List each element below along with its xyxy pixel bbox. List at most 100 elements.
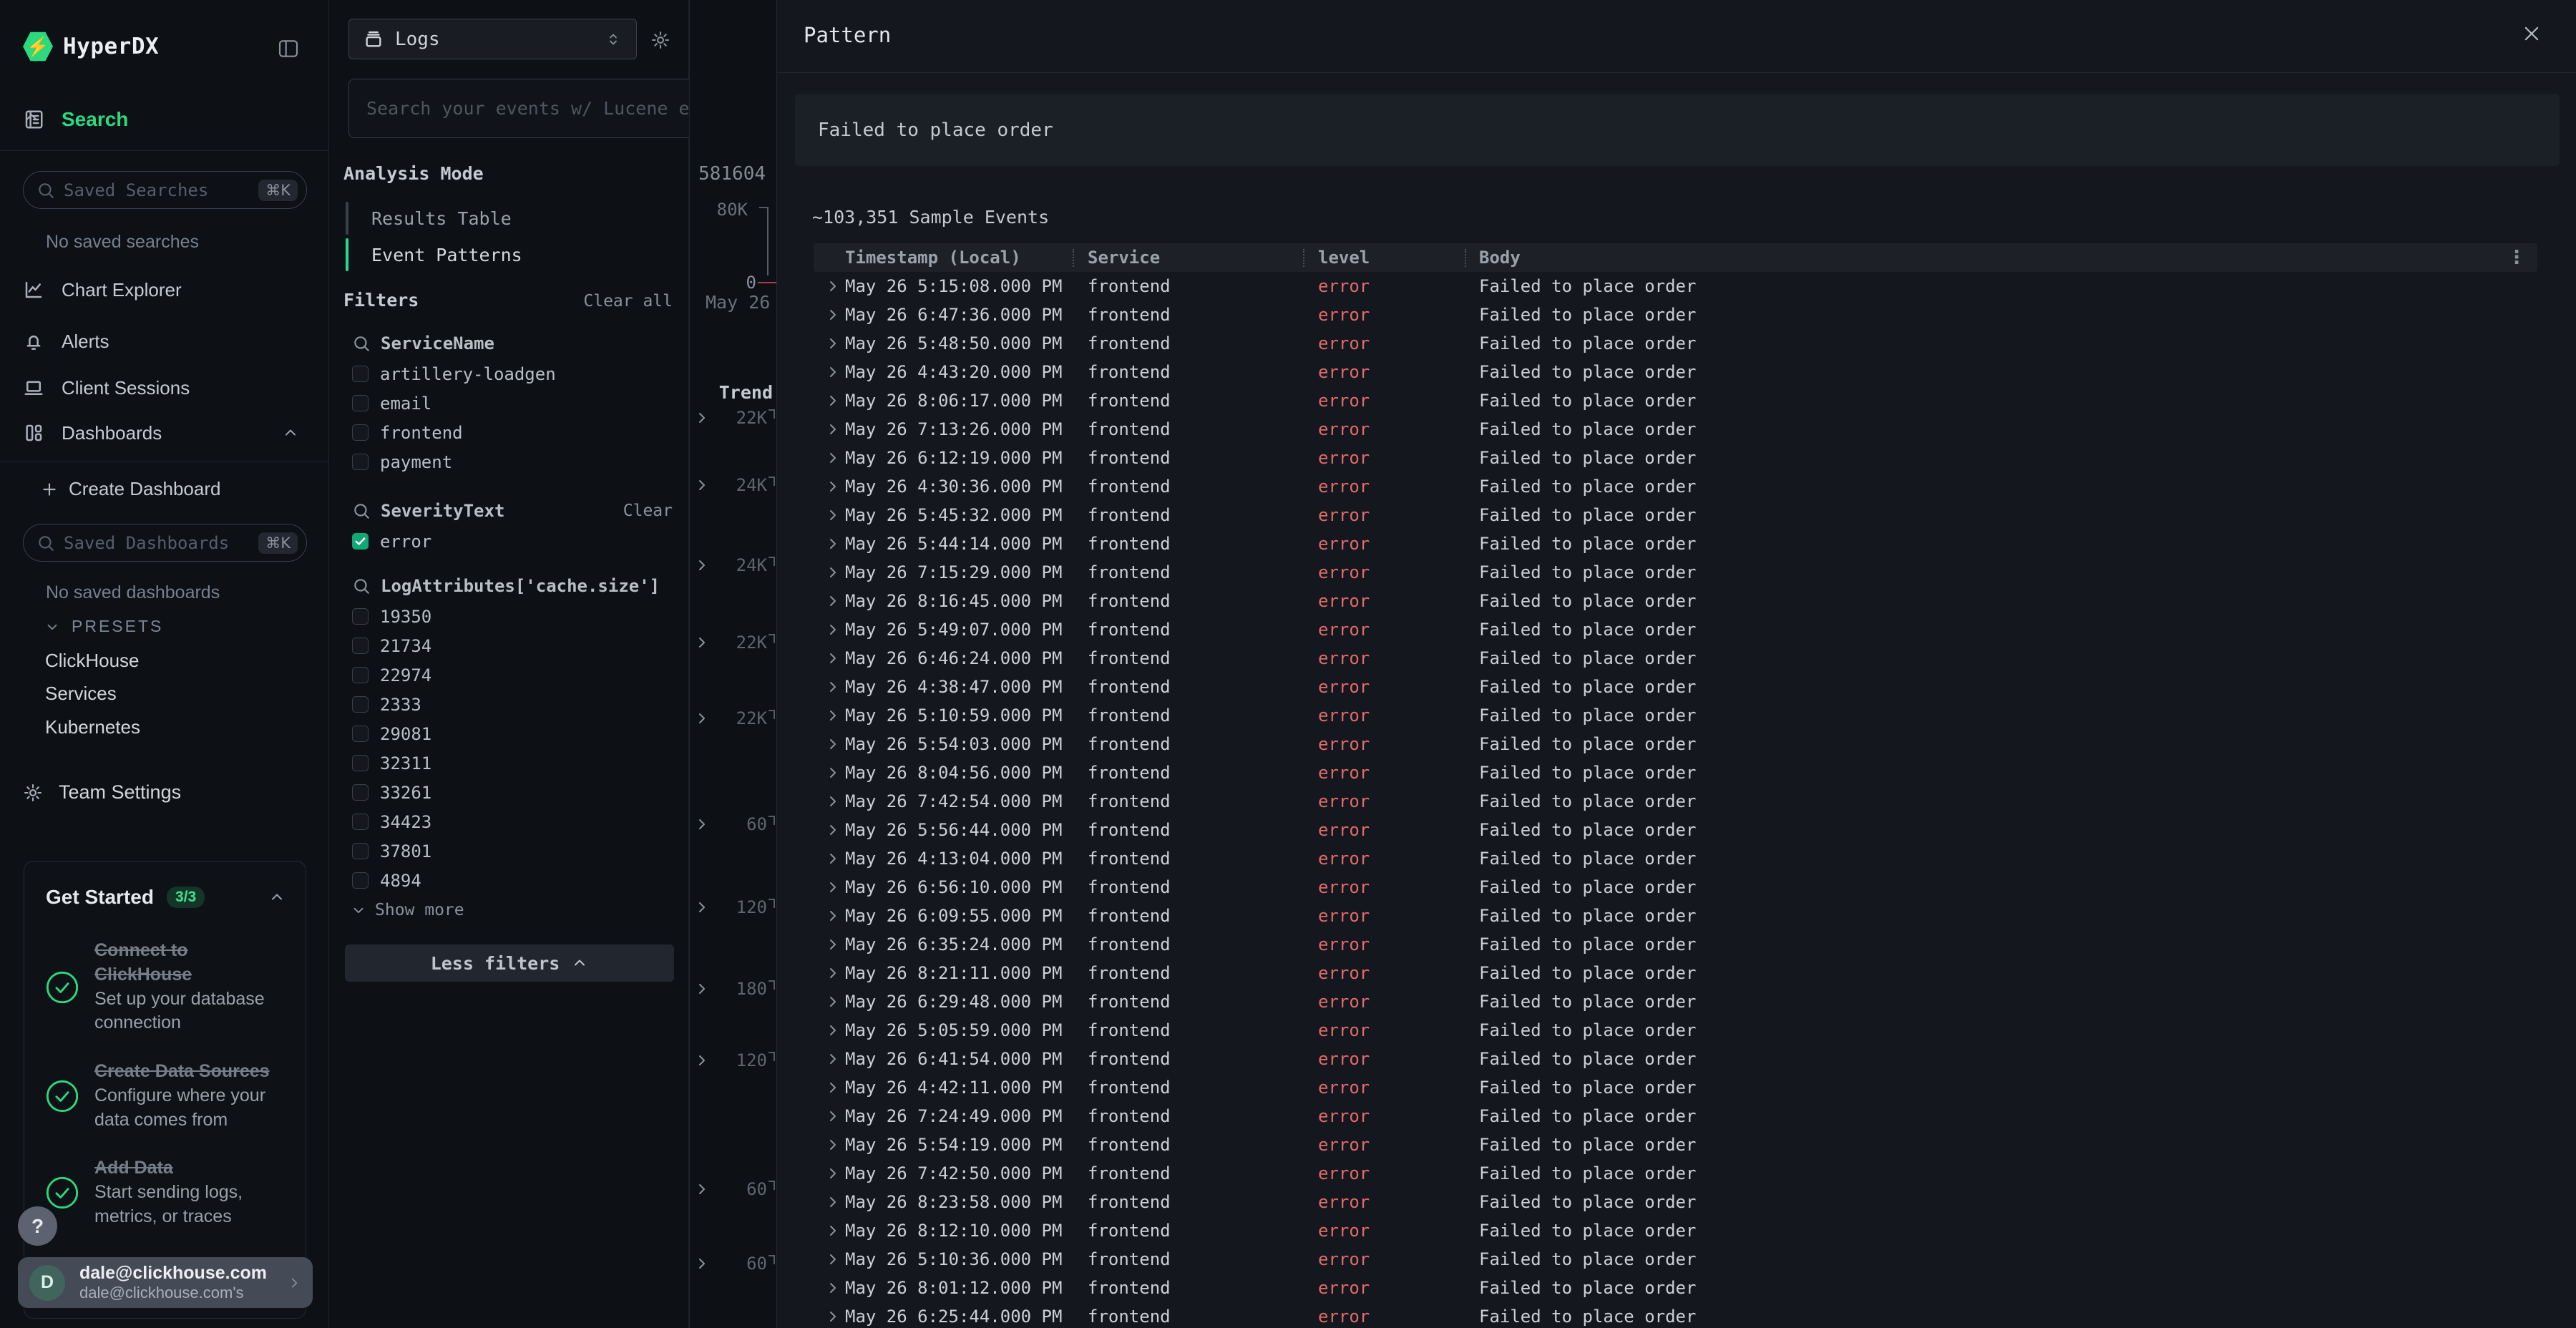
trend-row[interactable]: 22K <box>690 404 776 432</box>
table-row[interactable]: May 26 5:10:59.000 PMfrontenderrorFailed… <box>814 701 2537 730</box>
sidebar-item-dashboards[interactable]: Dashboards <box>0 412 329 454</box>
col-header-timestamp[interactable]: Timestamp (Local) <box>845 248 1088 268</box>
saved-dashboards-input[interactable]: ⌘K <box>23 524 307 562</box>
table-row[interactable]: May 26 8:04:56.000 PMfrontenderrorFailed… <box>814 758 2537 787</box>
chevron-up-icon[interactable] <box>268 889 286 906</box>
sidebar-collapse-icon[interactable] <box>276 37 301 60</box>
chevron-right-icon[interactable] <box>814 1108 845 1125</box>
chevron-right-icon[interactable] <box>814 965 845 982</box>
saved-searches-input[interactable]: ⌘K <box>23 171 307 209</box>
clear-all-filters-link[interactable]: Clear all <box>583 292 673 311</box>
filter-checkbox-item[interactable]: artillery-loadgen <box>345 359 674 389</box>
trend-row[interactable]: 24K <box>690 471 776 499</box>
chevron-right-icon[interactable] <box>814 993 845 1010</box>
chevron-right-icon[interactable] <box>814 478 845 495</box>
search-section-header[interactable]: Search <box>0 107 329 151</box>
table-row[interactable]: May 26 6:12:19.000 PMfrontenderrorFailed… <box>814 444 2537 472</box>
trend-row[interactable]: 22K <box>690 704 776 733</box>
chevron-right-icon[interactable] <box>814 592 845 610</box>
source-settings-gear-icon[interactable] <box>650 30 670 50</box>
sidebar-item-team-settings[interactable]: Team Settings <box>23 781 181 804</box>
chevron-right-icon[interactable] <box>814 1222 845 1239</box>
checkbox[interactable] <box>352 608 369 625</box>
app-logo[interactable]: ⚡ HyperDX <box>23 30 159 63</box>
chevron-right-icon[interactable] <box>814 1136 845 1153</box>
chevron-right-icon[interactable] <box>814 907 845 924</box>
chevron-right-icon[interactable] <box>814 1022 845 1039</box>
table-row[interactable]: May 26 4:13:04.000 PMfrontenderrorFailed… <box>814 844 2537 873</box>
chevron-right-icon[interactable] <box>814 736 845 753</box>
table-row[interactable]: May 26 4:30:36.000 PMfrontenderrorFailed… <box>814 472 2537 501</box>
show-more-link[interactable]: Show more <box>345 895 674 925</box>
checkbox[interactable] <box>352 696 369 713</box>
table-row[interactable]: May 26 5:44:14.000 PMfrontenderrorFailed… <box>814 529 2537 558</box>
chevron-right-icon[interactable] <box>693 980 711 997</box>
chevron-right-icon[interactable] <box>814 850 845 867</box>
chevron-right-icon[interactable] <box>814 278 845 295</box>
filter-checkbox-item[interactable]: error <box>345 527 674 556</box>
chevron-up-icon[interactable] <box>23 109 40 126</box>
filter-checkbox-item[interactable]: 19350 <box>345 602 674 631</box>
table-row[interactable]: May 26 7:13:26.000 PMfrontenderrorFailed… <box>814 415 2537 444</box>
table-row[interactable]: May 26 6:29:48.000 PMfrontenderrorFailed… <box>814 987 2537 1016</box>
checkbox[interactable] <box>352 638 369 654</box>
table-row[interactable]: May 26 6:46:24.000 PMfrontenderrorFailed… <box>814 644 2537 673</box>
col-header-level[interactable]: level <box>1318 248 1479 268</box>
chevron-right-icon[interactable] <box>814 392 845 409</box>
preset-item-kubernetes[interactable]: Kubernetes <box>45 716 140 738</box>
chevron-right-icon[interactable] <box>693 409 711 426</box>
filter-checkbox-item[interactable]: 4894 <box>345 866 674 895</box>
table-row[interactable]: May 26 5:54:03.000 PMfrontenderrorFailed… <box>814 730 2537 758</box>
filter-checkbox-item[interactable]: frontend <box>345 418 674 447</box>
table-row[interactable]: May 26 5:10:36.000 PMfrontenderrorFailed… <box>814 1245 2537 1274</box>
trend-row[interactable]: 22K <box>690 628 776 657</box>
checkbox[interactable] <box>352 755 369 771</box>
chevron-right-icon[interactable] <box>814 564 845 581</box>
sidebar-item-alerts[interactable]: Alerts <box>0 321 329 362</box>
filter-checkbox-item[interactable]: 34423 <box>345 807 674 836</box>
filter-checkbox-item[interactable]: 37801 <box>345 836 674 866</box>
table-row[interactable]: May 26 7:42:50.000 PMfrontenderrorFailed… <box>814 1159 2537 1188</box>
chevron-right-icon[interactable] <box>814 1165 845 1182</box>
checkbox-checked[interactable] <box>352 533 369 550</box>
checkbox[interactable] <box>352 814 369 830</box>
table-row[interactable]: May 26 6:35:24.000 PMfrontenderrorFailed… <box>814 930 2537 959</box>
clear-filter-link[interactable]: Clear <box>623 502 673 520</box>
filter-checkbox-item[interactable]: 29081 <box>345 719 674 748</box>
filter-checkbox-item[interactable]: email <box>345 389 674 418</box>
table-row[interactable]: May 26 5:45:32.000 PMfrontenderrorFailed… <box>814 501 2537 529</box>
chevron-right-icon[interactable] <box>814 1193 845 1211</box>
column-resize-handle[interactable] <box>1465 249 1466 267</box>
table-row[interactable]: May 26 8:01:12.000 PMfrontenderrorFailed… <box>814 1274 2537 1302</box>
user-menu[interactable]: D dale@clickhouse.com dale@clickhouse.co… <box>18 1257 313 1308</box>
col-header-body[interactable]: Body <box>1479 248 2537 268</box>
checkbox[interactable] <box>352 667 369 683</box>
checkbox[interactable] <box>352 784 369 801</box>
table-row[interactable]: May 26 5:49:07.000 PMfrontenderrorFailed… <box>814 615 2537 644</box>
table-row[interactable]: May 26 8:23:58.000 PMfrontenderrorFailed… <box>814 1188 2537 1216</box>
table-row[interactable]: May 26 5:15:08.000 PMfrontenderrorFailed… <box>814 272 2537 301</box>
get-started-step[interactable]: Add DataStart sending logs, metrics, or … <box>46 1156 289 1229</box>
table-options-kebab-icon[interactable]: ⋮ <box>2507 248 2526 267</box>
chevron-right-icon[interactable] <box>814 821 845 839</box>
chevron-right-icon[interactable] <box>693 557 711 574</box>
checkbox[interactable] <box>352 454 369 470</box>
chevron-right-icon[interactable] <box>814 1251 845 1268</box>
trend-row[interactable]: 120 <box>690 893 776 922</box>
less-filters-button[interactable]: Less filters <box>345 944 674 982</box>
checkbox[interactable] <box>352 843 369 859</box>
table-row[interactable]: May 26 4:42:11.000 PMfrontenderrorFailed… <box>814 1073 2537 1102</box>
checkbox[interactable] <box>352 726 369 742</box>
chevron-right-icon[interactable] <box>814 449 845 467</box>
chevron-right-icon[interactable] <box>693 710 711 727</box>
table-row[interactable]: May 26 6:09:55.000 PMfrontenderrorFailed… <box>814 902 2537 930</box>
table-row[interactable]: May 26 5:48:50.000 PMfrontenderrorFailed… <box>814 329 2537 358</box>
chevron-right-icon[interactable] <box>693 1255 711 1272</box>
chevron-right-icon[interactable] <box>814 650 845 667</box>
filter-checkbox-item[interactable]: payment <box>345 447 674 477</box>
close-icon[interactable] <box>2522 24 2542 44</box>
help-button[interactable]: ? <box>18 1206 57 1246</box>
table-row[interactable]: May 26 8:16:45.000 PMfrontenderrorFailed… <box>814 587 2537 615</box>
filter-checkbox-item[interactable]: 32311 <box>345 748 674 778</box>
chevron-right-icon[interactable] <box>814 1279 845 1297</box>
